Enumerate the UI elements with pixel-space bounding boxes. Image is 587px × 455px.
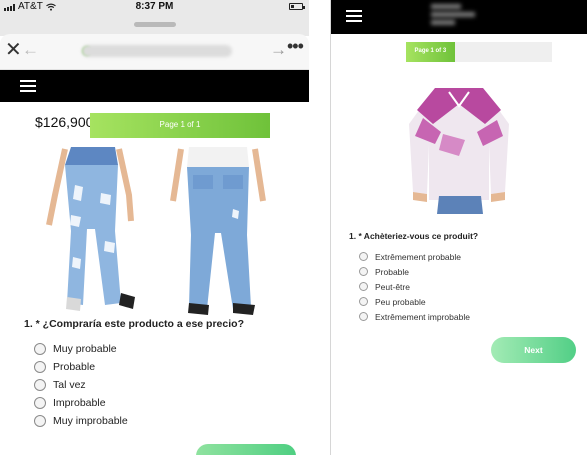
option-improbable[interactable]: Improbable (34, 394, 128, 412)
next-button[interactable]: Next (491, 337, 576, 363)
option-probable[interactable]: Probable (34, 358, 128, 376)
option-tal-vez[interactable]: Tal vez (34, 376, 128, 394)
option-label: Extrêmement probable (375, 251, 461, 262)
option-peu-probable[interactable]: Peu probable (359, 294, 470, 309)
hamburger-menu-icon[interactable] (346, 10, 362, 23)
option-label: Muy probable (53, 343, 117, 355)
radio-button[interactable] (34, 415, 46, 427)
in-app-browser-bar: ✕ ← → ••• (0, 34, 309, 70)
forward-arrow-icon[interactable]: → (270, 41, 287, 58)
url-blurred[interactable] (82, 45, 232, 57)
question-heading: 1. * ¿Compraría este producto a ese prec… (24, 318, 244, 330)
radio-button[interactable] (34, 361, 46, 373)
option-label: Peut-être (375, 281, 410, 292)
question-heading: 1. * Achèteriez-vous ce produit? (349, 231, 479, 241)
radio-button[interactable] (359, 252, 368, 261)
option-label: Extrêmement improbable (375, 311, 470, 322)
sheet-grabber[interactable] (134, 22, 176, 27)
option-probable[interactable]: Probable (359, 264, 470, 279)
jeans-photo-back (163, 145, 275, 317)
more-options-icon[interactable]: ••• (287, 37, 304, 55)
site-navbar (0, 70, 309, 102)
close-icon[interactable]: ✕ (5, 40, 22, 60)
spanish-survey-screen: AT&T 8:37 PM ✕ ← → ••• $126,900.00 Page … (0, 0, 309, 455)
battery-icon (289, 3, 305, 10)
option-label: Tal vez (53, 379, 86, 391)
jeans-photo-front (35, 145, 147, 317)
progress-label: Page 1 of 3 (414, 48, 447, 54)
option-label: Muy improbable (53, 415, 128, 427)
radio-button[interactable] (34, 397, 46, 409)
brand-logo-blurred (431, 4, 483, 30)
page-progress-bar: Page 1 of 3 (406, 42, 552, 62)
radio-button[interactable] (34, 343, 46, 355)
progress-label: Page 1 of 1 (159, 120, 201, 129)
radio-button[interactable] (359, 282, 368, 291)
answer-options: Muy probable Probable Tal vez Improbable… (34, 340, 128, 430)
option-extremement-improbable[interactable]: Extrêmement improbable (359, 309, 470, 324)
option-label: Improbable (53, 397, 106, 409)
option-peut-etre[interactable]: Peut-être (359, 279, 470, 294)
radio-button[interactable] (359, 297, 368, 306)
option-muy-improbable[interactable]: Muy improbable (34, 412, 128, 430)
option-label: Probable (375, 266, 410, 277)
site-navbar (331, 0, 587, 34)
next-button[interactable] (196, 444, 296, 455)
option-label: Probable (53, 361, 96, 373)
back-arrow-icon[interactable]: ← (22, 41, 39, 58)
shirt-photo (405, 84, 513, 214)
radio-button[interactable] (34, 379, 46, 391)
hamburger-menu-icon[interactable] (20, 80, 36, 93)
page-progress-bar: Page 1 of 1 (90, 113, 270, 138)
radio-button[interactable] (359, 267, 368, 276)
ios-status-bar: AT&T 8:37 PM (0, 0, 309, 14)
option-extremement-probable[interactable]: Extrêmement probable (359, 249, 470, 264)
option-label: Peu probable (375, 296, 426, 307)
option-muy-probable[interactable]: Muy probable (34, 340, 128, 358)
answer-options: Extrêmement probable Probable Peut-être … (359, 249, 470, 324)
status-time: 8:37 PM (135, 1, 174, 12)
radio-button[interactable] (359, 312, 368, 321)
french-survey-screen: Page 1 of 3 1. * Achèteriez-vous ce prod… (330, 0, 587, 455)
